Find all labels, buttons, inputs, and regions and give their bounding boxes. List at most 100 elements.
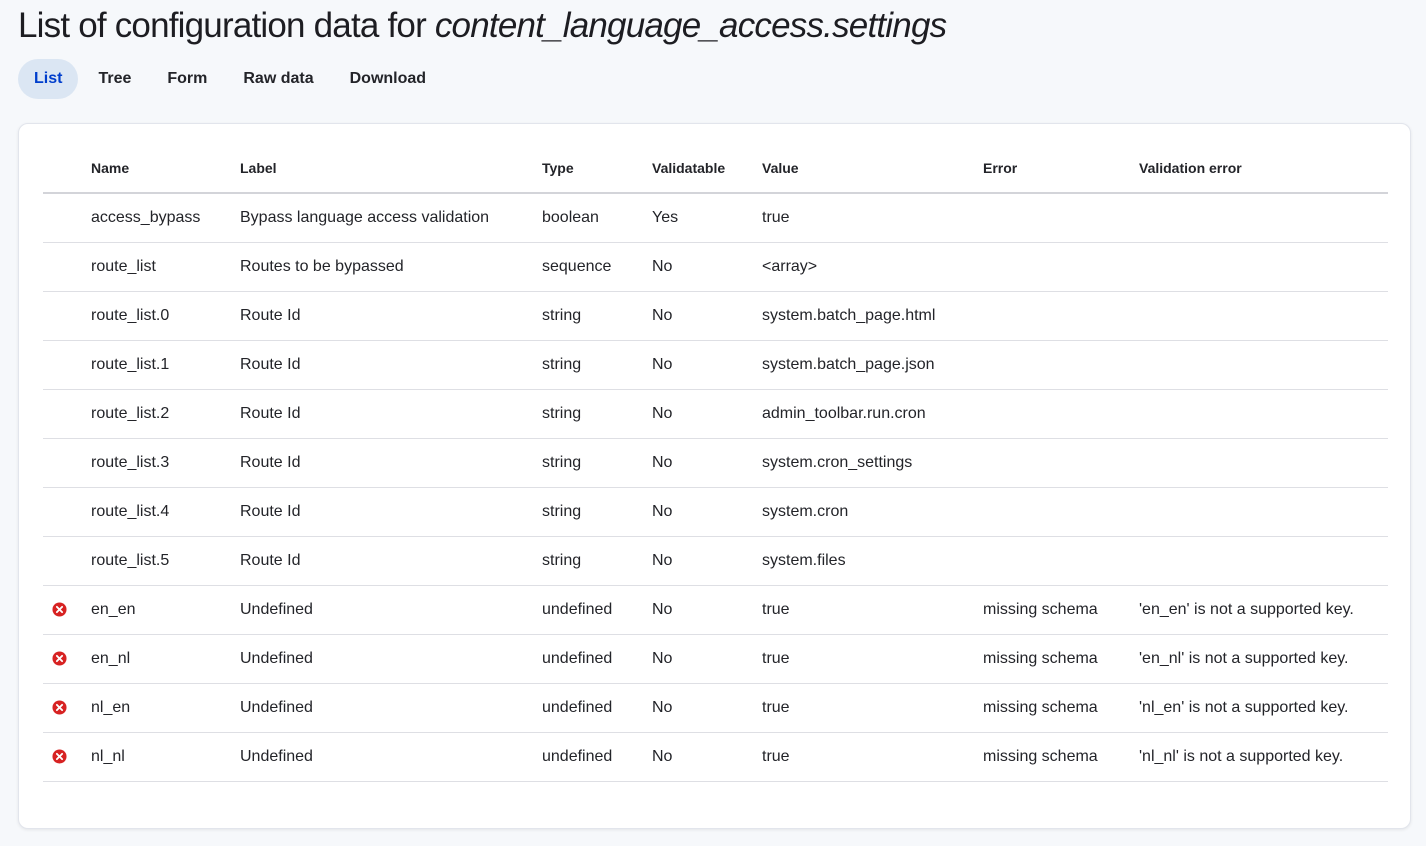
cell-type: undefined [542, 683, 652, 733]
cell-validation-error: 'nl_en' is not a supported key. [1139, 683, 1388, 733]
cell-label: Route Id [240, 536, 542, 586]
cell-validation-error: 'en_en' is not a supported key. [1139, 585, 1388, 635]
tab-tree[interactable]: Tree [82, 59, 147, 99]
cell-validatable: No [652, 683, 762, 733]
cell-error [983, 536, 1139, 586]
cell-status [43, 683, 91, 733]
cell-type: string [542, 536, 652, 586]
cell-name: nl_nl [91, 732, 240, 782]
header-name: Name [91, 144, 240, 194]
cell-type: string [542, 487, 652, 537]
cell-value: admin_toolbar.run.cron [762, 389, 983, 439]
cell-status [43, 242, 91, 292]
table-row: nl_en Undefined undefined No true missing sch… [43, 683, 1388, 733]
cell-validation-error [1139, 291, 1388, 341]
cell-type: string [542, 340, 652, 390]
cell-status [43, 487, 91, 537]
header-type: Type [542, 144, 652, 194]
cell-error: missing schema [983, 585, 1139, 635]
cell-error [983, 340, 1139, 390]
cell-validatable: No [652, 732, 762, 782]
cell-type: boolean [542, 193, 652, 243]
table-row: route_list.4 Route Id string No system.cron [43, 487, 1388, 537]
cell-status [43, 536, 91, 586]
cell-name: route_list.0 [91, 291, 240, 341]
cell-label: Undefined [240, 683, 542, 733]
view-tabs: List Tree Form Raw data Download [18, 59, 446, 99]
tab-form[interactable]: Form [151, 59, 223, 99]
cell-validation-error: 'en_nl' is not a supported key. [1139, 634, 1388, 684]
error-circle-x-icon [52, 602, 67, 617]
page-title-prefix: List of configuration data for [18, 6, 435, 45]
cell-type: string [542, 389, 652, 439]
cell-value: system.cron_settings [762, 438, 983, 488]
cell-status [43, 634, 91, 684]
table-header-row: Name Label Type Validatable Value Error … [43, 144, 1388, 194]
cell-name: route_list [91, 242, 240, 292]
cell-label: Bypass language access validation [240, 193, 542, 243]
cell-validatable: No [652, 340, 762, 390]
cell-name: access_bypass [91, 193, 240, 243]
cell-value: true [762, 683, 983, 733]
tab-raw-data[interactable]: Raw data [227, 59, 329, 99]
cell-validation-error [1139, 340, 1388, 390]
error-circle-x-icon [52, 749, 67, 764]
config-table: Name Label Type Validatable Value Error … [43, 144, 1388, 782]
cell-value: system.batch_page.html [762, 291, 983, 341]
cell-name: route_list.3 [91, 438, 240, 488]
cell-validatable: No [652, 536, 762, 586]
table-row: route_list.3 Route Id string No system.cron_… [43, 438, 1388, 488]
cell-error [983, 291, 1139, 341]
table-row: en_en Undefined undefined No true missing sch… [43, 585, 1388, 635]
table-row: route_list.2 Route Id string No admin_toolba… [43, 389, 1388, 439]
cell-label: Route Id [240, 340, 542, 390]
cell-error [983, 242, 1139, 292]
header-validation-error: Validation error [1139, 144, 1388, 194]
table-body: access_bypass Bypass language access vali… [43, 193, 1388, 782]
cell-label: Undefined [240, 585, 542, 635]
tab-list[interactable]: List [18, 59, 79, 99]
table-row: route_list.5 Route Id string No system.files [43, 536, 1388, 586]
header-error: Error [983, 144, 1139, 194]
cell-status [43, 389, 91, 439]
table-row: access_bypass Bypass language access vali… [43, 193, 1388, 243]
cell-status [43, 732, 91, 782]
cell-validatable: Yes [652, 193, 762, 243]
cell-validatable: No [652, 585, 762, 635]
cell-validatable: No [652, 389, 762, 439]
error-circle-x-icon [52, 700, 67, 715]
cell-type: string [542, 438, 652, 488]
header-value: Value [762, 144, 983, 194]
cell-name: route_list.4 [91, 487, 240, 537]
cell-value: system.batch_page.json [762, 340, 983, 390]
cell-label: Undefined [240, 634, 542, 684]
cell-label: Routes to be bypassed [240, 242, 542, 292]
cell-name: nl_en [91, 683, 240, 733]
cell-error: missing schema [983, 683, 1139, 733]
table-row: route_list.1 Route Id string No system.batch… [43, 340, 1388, 390]
cell-value: true [762, 193, 983, 243]
cell-status [43, 193, 91, 243]
table-row: route_list.0 Route Id string No system.batch… [43, 291, 1388, 341]
table-row: en_nl Undefined undefined No true missing sch… [43, 634, 1388, 684]
config-card: Name Label Type Validatable Value Error … [18, 123, 1411, 829]
cell-validation-error [1139, 389, 1388, 439]
cell-value: <array> [762, 242, 983, 292]
cell-name: route_list.2 [91, 389, 240, 439]
cell-validation-error: 'nl_nl' is not a supported key. [1139, 732, 1388, 782]
cell-validatable: No [652, 438, 762, 488]
cell-label: Route Id [240, 487, 542, 537]
cell-validation-error [1139, 487, 1388, 537]
cell-validatable: No [652, 291, 762, 341]
cell-type: sequence [542, 242, 652, 292]
cell-name: route_list.5 [91, 536, 240, 586]
cell-value: system.cron [762, 487, 983, 537]
cell-error: missing schema [983, 732, 1139, 782]
cell-type: string [542, 291, 652, 341]
cell-label: Route Id [240, 438, 542, 488]
cell-error [983, 438, 1139, 488]
cell-value: true [762, 585, 983, 635]
cell-value: true [762, 634, 983, 684]
tab-download[interactable]: Download [334, 59, 442, 99]
cell-name: en_nl [91, 634, 240, 684]
